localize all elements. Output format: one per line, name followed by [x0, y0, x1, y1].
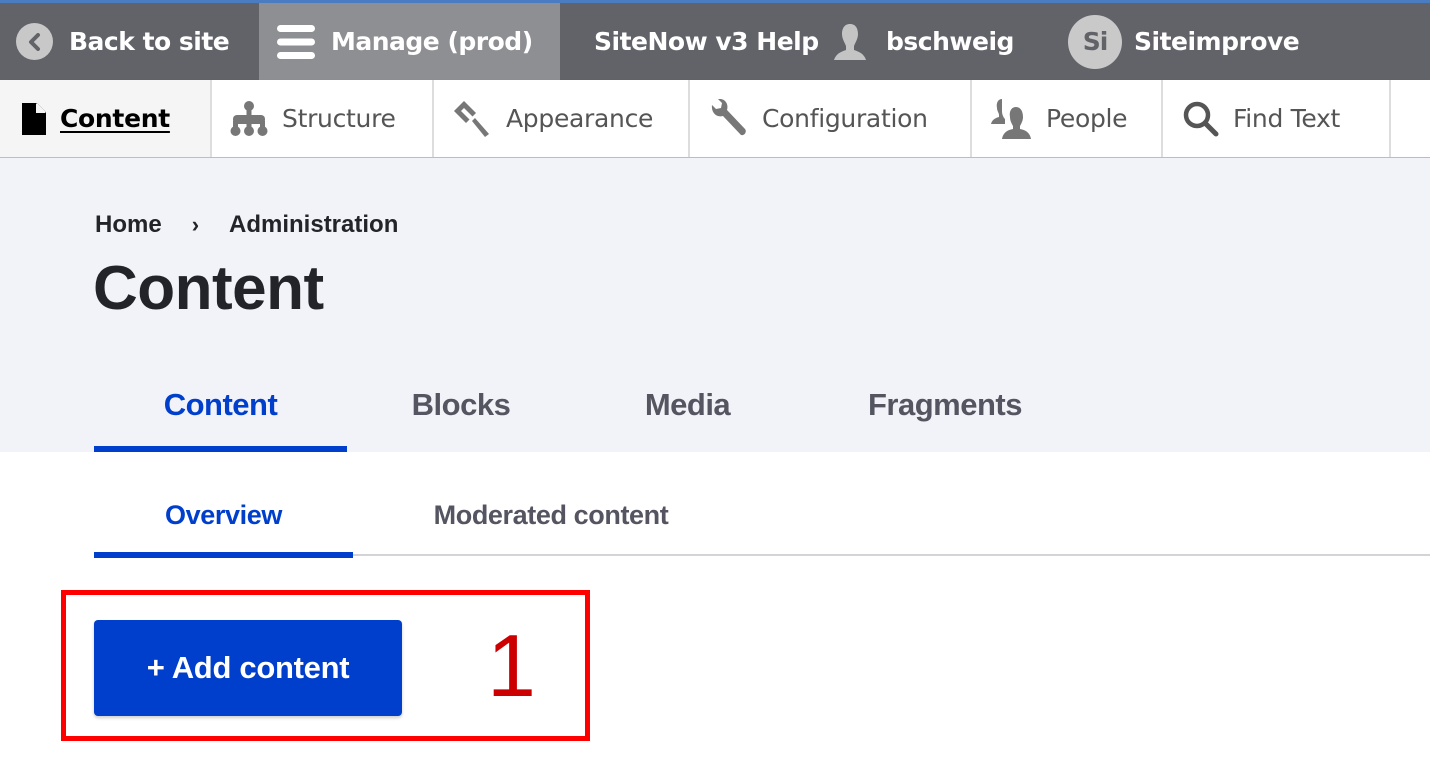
manage-label: Manage (prod): [331, 27, 533, 56]
tray-item-label: Configuration: [762, 104, 928, 133]
user-icon: [830, 22, 870, 62]
tray-item-find-text[interactable]: Find Text: [1163, 80, 1391, 157]
primary-tabs: Content Blocks Media Fragments: [94, 372, 1090, 452]
admin-toolbar: Back to site Manage (prod) SiteNow v3 He…: [0, 0, 1430, 80]
tab-moderated-content[interactable]: Moderated content: [353, 478, 749, 556]
manage-menu-button[interactable]: Manage (prod): [259, 3, 560, 80]
help-label: SiteNow v3 Help: [594, 27, 819, 56]
tab-overview[interactable]: Overview: [94, 478, 353, 558]
tray-item-structure[interactable]: Structure: [212, 80, 434, 157]
user-name: bschweig: [886, 27, 1014, 56]
add-content-button[interactable]: + Add content: [94, 620, 402, 716]
hierarchy-icon: [230, 100, 268, 137]
breadcrumb: Home › Administration: [95, 211, 398, 239]
chevron-right-icon: ›: [191, 212, 200, 237]
back-to-site-label: Back to site: [69, 27, 230, 56]
tray-item-people[interactable]: People: [972, 80, 1163, 157]
page-header: Home › Administration Content Content Bl…: [0, 158, 1430, 452]
admin-tray: Content Structure Appearance Configurati…: [0, 80, 1430, 158]
people-icon: [990, 98, 1032, 139]
tray-item-label: Content: [60, 104, 170, 133]
hamburger-menu-icon: [277, 24, 315, 60]
back-to-site-link[interactable]: Back to site: [0, 3, 259, 80]
page-title: Content: [93, 254, 324, 323]
siteimprove-button[interactable]: Si Siteimprove: [1068, 3, 1300, 80]
tray-item-appearance[interactable]: Appearance: [434, 80, 690, 157]
help-link[interactable]: SiteNow v3 Help: [560, 3, 830, 80]
wrench-icon: [708, 98, 748, 139]
tab-content[interactable]: Content: [94, 372, 347, 452]
paintbrush-icon: [452, 99, 492, 139]
tab-fragments[interactable]: Fragments: [800, 372, 1090, 452]
document-icon: [22, 102, 46, 135]
tray-item-label: People: [1046, 104, 1128, 133]
breadcrumb-administration-link[interactable]: Administration: [229, 211, 398, 239]
siteimprove-label: Siteimprove: [1134, 27, 1300, 56]
secondary-tabs: Overview Moderated content: [94, 478, 1430, 558]
annotation-number: 1: [487, 616, 536, 715]
tray-item-label: Appearance: [506, 104, 654, 133]
tray-item-label: Structure: [282, 104, 396, 133]
tray-item-label: Find Text: [1233, 104, 1341, 133]
user-menu-button[interactable]: bschweig: [830, 3, 1068, 80]
search-icon: [1183, 101, 1219, 137]
tray-item-configuration[interactable]: Configuration: [690, 80, 972, 157]
tray-item-content[interactable]: Content: [0, 80, 212, 157]
back-circle-icon: [16, 23, 53, 60]
tab-blocks[interactable]: Blocks: [347, 372, 575, 452]
tab-media[interactable]: Media: [575, 372, 800, 452]
breadcrumb-home-link[interactable]: Home: [95, 211, 162, 239]
siteimprove-logo-icon: Si: [1068, 14, 1122, 69]
